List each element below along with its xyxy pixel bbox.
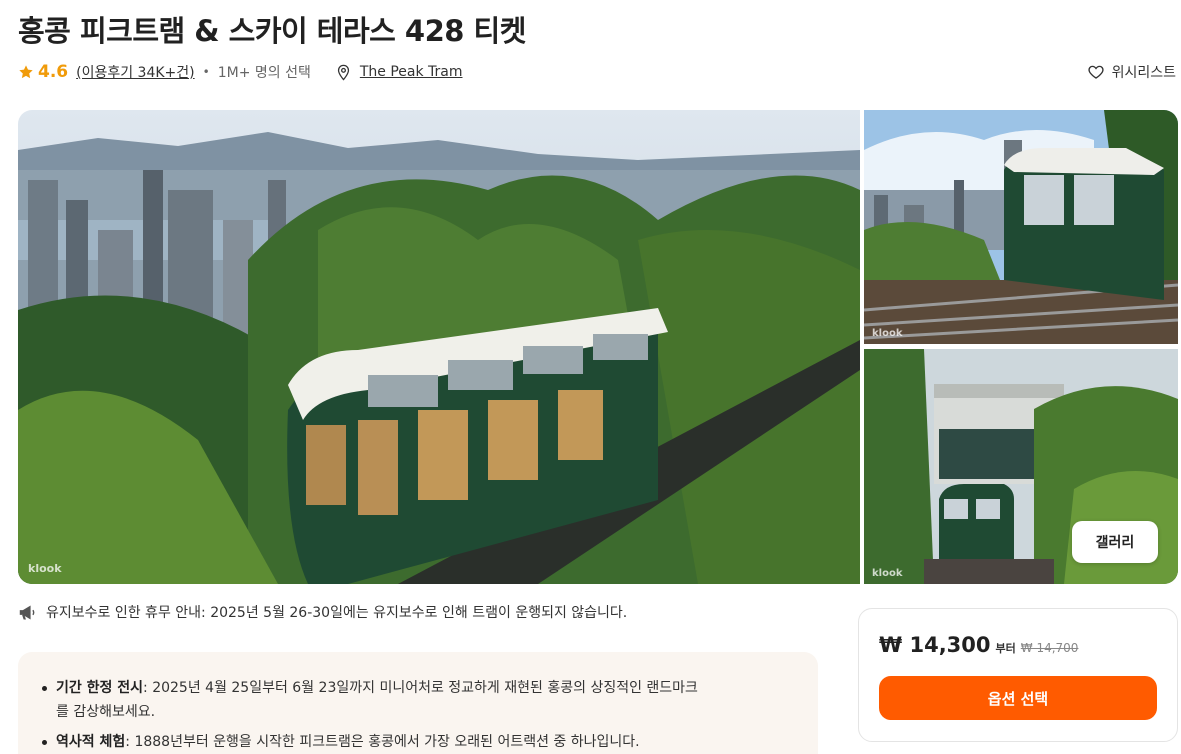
price-row: ₩ 14,300 부터 ₩ 14,700 (879, 633, 1078, 657)
gallery-photo-top[interactable]: klook (864, 110, 1178, 344)
gallery-button[interactable]: 갤러리 (1072, 521, 1158, 563)
heart-icon (1087, 65, 1104, 79)
main-photo[interactable]: klook (18, 110, 860, 584)
star-icon (19, 65, 33, 79)
reviews-link[interactable]: (이용후기 34K+건) (76, 62, 195, 82)
highlight-text: : 2025년 4월 25일부터 6월 23일까지 미니어처로 정교하게 재현된… (56, 680, 698, 720)
booked-count: 1M+ 명의 선택 (217, 65, 311, 81)
peak-tram-photo: klook (18, 110, 860, 584)
current-price: ₩ 14,300 (879, 633, 991, 657)
wishlist-label: 위시리스트 (1111, 65, 1176, 81)
highlight-item: 역사적 체험: 1888년부터 운행을 시작한 피크트램은 홍콩에서 가장 오래… (42, 730, 798, 754)
highlight-label: 역사적 체험 (56, 734, 126, 750)
photo-watermark: klook (872, 328, 903, 339)
highlight-text: : 1888년부터 운행을 시작한 피크트램은 홍콩에서 가장 오래된 어트랙션… (125, 734, 640, 750)
highlight-item: 기간 한정 전시: 2025년 4월 25일부터 6월 23일까지 미니어처로 … (42, 676, 798, 724)
location-pin-icon (337, 64, 349, 81)
photo-watermark: klook (28, 562, 62, 575)
select-option-button[interactable]: 옵션 선택 (879, 676, 1157, 720)
tram-front-photo: klook (864, 110, 1178, 344)
location-link[interactable]: The Peak Tram (360, 64, 463, 80)
highlight-label: 기간 한정 전시 (56, 680, 144, 696)
highlights-box: 기간 한정 전시: 2025년 4월 25일부터 6월 23일까지 미니어처로 … (18, 652, 818, 754)
price-from-label: 부터 (995, 642, 1016, 655)
page-title: 홍콩 피크트램 & 스카이 테라스 428 티켓 (18, 14, 526, 48)
separator-dot: • (202, 65, 210, 79)
product-meta: 4.6 (이용후기 34K+건) • 1M+ 명의 선택 The Peak Tr… (18, 61, 463, 83)
price-card: ₩ 14,300 부터 ₩ 14,700 옵션 선택 (858, 608, 1178, 742)
photo-watermark: klook (872, 568, 903, 579)
megaphone-icon (19, 605, 35, 619)
notice-text: 유지보수로 인한 휴무 안내: 2025년 5월 26-30일에는 유지보수로 … (46, 605, 628, 621)
maintenance-notice: 유지보수로 인한 휴무 안내: 2025년 5월 26-30일에는 유지보수로 … (18, 602, 627, 622)
original-price: ₩ 14,700 (1020, 641, 1079, 655)
rating-value: 4.6 (38, 62, 69, 82)
wishlist-button[interactable]: 위시리스트 (1087, 61, 1176, 83)
